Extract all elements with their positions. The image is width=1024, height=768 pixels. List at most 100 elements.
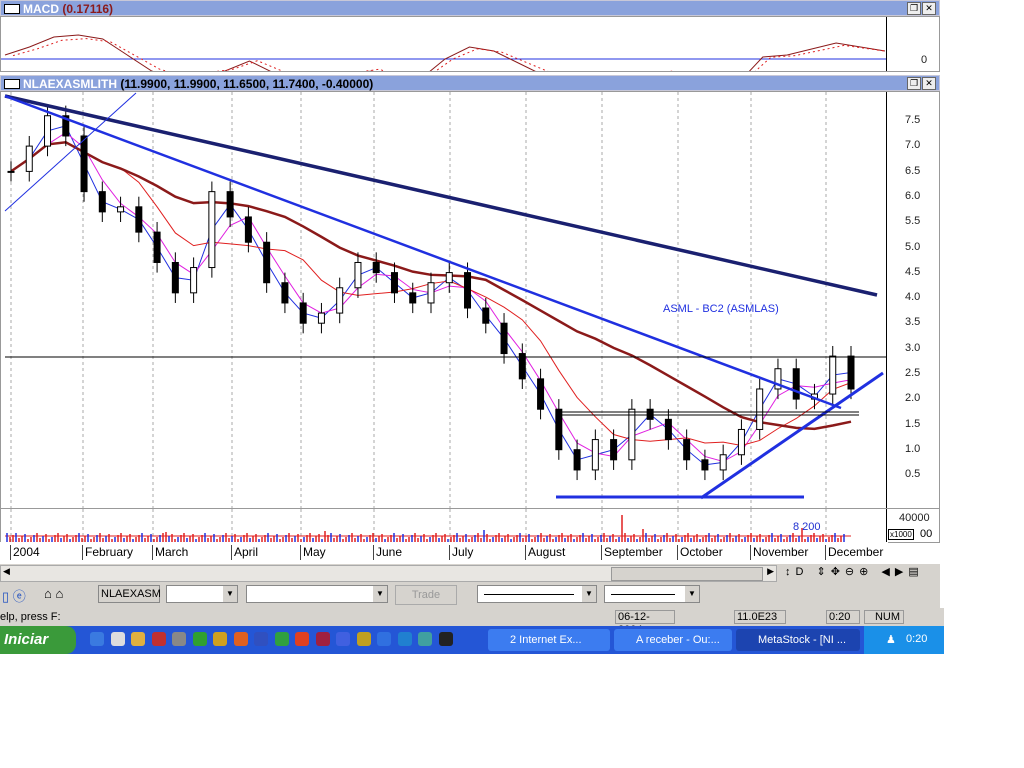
month-label: June	[373, 545, 402, 560]
volume-axis: 40000 x1000 00	[886, 509, 939, 542]
y-tick-label: 5.5	[905, 215, 921, 228]
month-label: 2004	[10, 545, 40, 560]
month-label: December	[825, 545, 883, 560]
toolbar: ▯ ⓔ ⌂ ⌂ NLAEXASM ▼ ▼ Trade ▼ ▼	[0, 582, 940, 608]
candle-body	[628, 408, 636, 461]
horizontal-scrollbar[interactable]: ◀ ▶	[0, 565, 777, 582]
candle-body	[756, 388, 764, 430]
candle-body	[117, 206, 125, 213]
line-weight-select[interactable]: ▼	[604, 585, 700, 603]
y-tick-label: 4.5	[905, 265, 921, 278]
y-tick-label: 2.0	[905, 392, 921, 405]
window-icon	[4, 4, 20, 14]
candle-body	[591, 439, 599, 471]
ascending-trendline	[700, 371, 884, 500]
clock: 0:20	[906, 633, 928, 645]
line-style-select[interactable]: ▼	[477, 585, 597, 603]
volume-panel: 8 200 40000 x1000 00	[0, 508, 940, 543]
macd-value: (0.17116)	[62, 2, 114, 16]
candle-body	[464, 272, 472, 309]
price-axis[interactable]: 7.5 7.0 6.5 6.0 5.5 5.0 4.5 4.0 3.5 3.0 2.5 2.0 1.5 1…	[886, 92, 939, 508]
restore-button[interactable]: ❐	[907, 77, 921, 90]
quick-launch-icon[interactable]	[438, 632, 453, 646]
scroll-thumb[interactable]	[611, 567, 763, 581]
close-button[interactable]: ✕	[922, 77, 936, 90]
scroll-left-arrow[interactable]: ◀	[3, 566, 10, 577]
candle-body	[646, 408, 654, 420]
quick-launch-icon[interactable]	[295, 632, 309, 646]
quick-launch-icon[interactable]	[90, 632, 104, 646]
quick-launch-icon[interactable]	[151, 632, 166, 646]
candle-body	[427, 282, 435, 304]
restore-button[interactable]: ❐	[907, 2, 921, 15]
period-select[interactable]: ▼	[166, 585, 238, 603]
month-label: July	[449, 545, 473, 560]
long-trendline	[4, 94, 878, 297]
template-select[interactable]: ▼	[246, 585, 388, 603]
candle-body	[719, 454, 727, 471]
candle-body	[537, 378, 545, 410]
candle-body	[390, 272, 398, 294]
chart-ohlc: (11.9900, 11.9900, 11.6500, 11.7400, -0.…	[120, 77, 374, 91]
candle-body	[354, 261, 362, 289]
candle-body	[792, 368, 800, 400]
candle-body	[847, 355, 855, 390]
macd-title-bar[interactable]: MACD (0.17116) ❐ ✕	[0, 0, 940, 16]
month-label: April	[231, 545, 258, 560]
candle-body	[171, 261, 179, 294]
start-button[interactable]: Iniciar	[0, 626, 76, 654]
candle-body	[409, 292, 417, 304]
scroll-toolbar: ◀ ▶ ↕D ⇕✥⊖⊕ ◀▶▤	[0, 564, 940, 582]
month-label: September	[601, 545, 663, 560]
user-icon: ♟	[886, 634, 896, 646]
candle-body	[80, 135, 88, 193]
y-tick-label: 3.5	[905, 316, 921, 329]
macd-panel[interactable]: 0	[0, 16, 940, 72]
macd-zero-label: 0	[921, 54, 928, 66]
candle-body	[500, 322, 508, 355]
trade-button[interactable]: Trade	[395, 585, 457, 605]
quick-launch-icon[interactable]	[397, 632, 412, 646]
candle-body	[445, 272, 453, 284]
status-value: 11.0E23	[734, 610, 786, 624]
descending-trendline	[4, 94, 842, 410]
volume-plot	[5, 509, 851, 542]
y-tick-label: 5.0	[905, 240, 921, 253]
quick-launch-icon[interactable]	[172, 632, 186, 646]
taskbar-item-internet-explorer[interactable]: 2 Internet Ex...	[488, 629, 610, 651]
price-panel[interactable]: ASML - BC2 (ASMLAS) 7.5 7.0 6.5 6.0 5.5 5.0 4.…	[0, 91, 940, 509]
symbol-field[interactable]: NLAEXASM	[98, 585, 161, 603]
quick-launch-icon[interactable]	[315, 632, 330, 646]
chart-tool-icon[interactable]: ⌂ ⌂	[44, 586, 63, 601]
taskbar-item-outlook[interactable]: A receber - Ou:...	[614, 629, 732, 651]
month-label: August	[525, 545, 565, 560]
candle-body	[263, 241, 271, 284]
candle-body	[664, 418, 672, 441]
candle-body	[829, 355, 837, 395]
candle-body	[701, 459, 709, 471]
taskbar-item-metastock[interactable]: MetaStock - [NI ...	[736, 629, 860, 651]
price-plot: ASML - BC2 (ASMLAS)	[4, 92, 887, 508]
quick-launch-icon[interactable]	[356, 632, 371, 646]
quick-launch-icon[interactable]	[274, 632, 289, 646]
candle-body	[208, 191, 216, 269]
status-bar	[0, 608, 944, 626]
quick-launch-icon[interactable]	[213, 632, 227, 646]
quick-launch-icon[interactable]	[110, 632, 125, 646]
quick-launch-icon[interactable]	[254, 632, 268, 646]
zoom-controls[interactable]: ↕D ⇕✥⊖⊕ ◀▶▤	[785, 565, 924, 578]
quick-launch-icon[interactable]	[336, 632, 350, 646]
macd-title: MACD	[23, 2, 59, 16]
close-button[interactable]: ✕	[922, 2, 936, 15]
chart-title-bar[interactable]: NLAEXASMLITH (11.9900, 11.9900, 11.6500,…	[0, 75, 940, 91]
candle-body	[317, 312, 325, 324]
scroll-right-arrow[interactable]: ▶	[767, 566, 774, 577]
quick-launch-icon[interactable]	[233, 632, 248, 646]
candle-body	[244, 216, 252, 243]
browser-icon[interactable]: ▯ ⓔ	[2, 586, 26, 605]
quick-launch-icon[interactable]	[418, 632, 432, 646]
quick-launch-icon[interactable]	[377, 632, 391, 646]
quick-launch-icon[interactable]	[131, 632, 145, 646]
y-tick-label: 0.5	[905, 468, 921, 481]
quick-launch-icon[interactable]	[192, 632, 207, 646]
